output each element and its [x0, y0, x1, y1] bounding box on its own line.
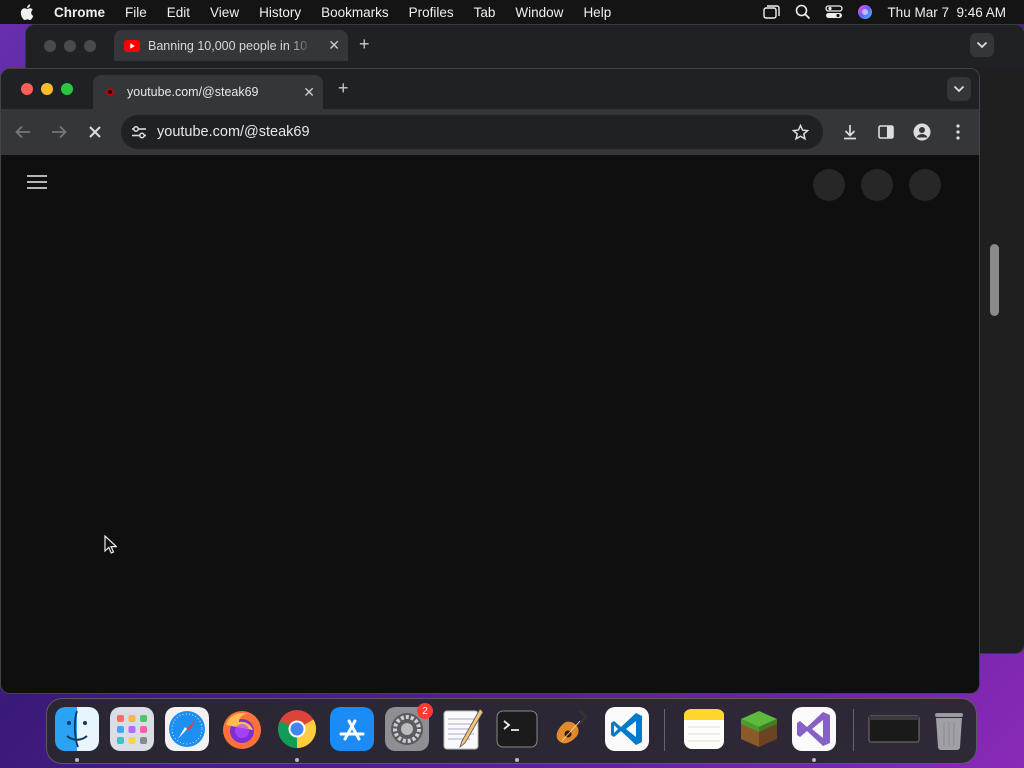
menu-clock[interactable]: Thu Mar 7 9:46 AM	[887, 5, 1006, 20]
menu-app-name[interactable]: Chrome	[54, 5, 105, 20]
menu-file[interactable]: File	[125, 5, 147, 20]
menu-bookmarks[interactable]: Bookmarks	[321, 5, 389, 20]
background-tab-close-icon[interactable]: ✕	[328, 37, 340, 54]
arrow-left-icon	[15, 125, 30, 139]
background-close-button[interactable]	[44, 40, 56, 52]
hamburger-menu-icon[interactable]	[27, 175, 47, 189]
browser-toolbar: youtube.com/@steak69	[1, 109, 979, 155]
chevron-down-icon	[953, 85, 965, 93]
stage-manager-icon[interactable]	[763, 4, 781, 20]
chevron-down-icon	[976, 41, 988, 49]
menu-help[interactable]: Help	[583, 5, 611, 20]
youtube-icon	[105, 87, 115, 97]
dock: 2	[46, 698, 977, 764]
tab-search-button[interactable]	[947, 77, 971, 101]
menu-view[interactable]: View	[210, 5, 239, 20]
vscode-icon[interactable]	[605, 707, 649, 751]
firefox-icon[interactable]	[220, 707, 264, 751]
siri-icon[interactable]	[857, 4, 873, 20]
background-new-tab-icon[interactable]: +	[359, 34, 370, 55]
app-store-icon[interactable]	[330, 707, 374, 751]
loading-placeholder-circle	[813, 169, 845, 201]
menu-history[interactable]: History	[259, 5, 301, 20]
page-content	[1, 155, 979, 693]
stop-loading-button[interactable]	[84, 121, 106, 143]
trash-icon[interactable]	[927, 707, 971, 751]
back-button[interactable]	[12, 121, 34, 143]
scrollbar-thumb[interactable]	[990, 244, 999, 316]
close-icon	[89, 126, 101, 138]
bookmark-star-icon[interactable]	[792, 123, 809, 141]
forward-button[interactable]	[48, 121, 70, 143]
window-zoom-button[interactable]	[61, 83, 73, 95]
arrow-right-icon	[52, 125, 67, 139]
chrome-icon[interactable]	[275, 707, 319, 751]
window-preview-icon[interactable]	[867, 707, 921, 751]
minecraft-icon[interactable]	[737, 707, 781, 751]
running-indicator	[75, 758, 79, 762]
url-text[interactable]: youtube.com/@steak69	[157, 124, 310, 140]
background-minimize-button[interactable]	[64, 40, 76, 52]
terminal-icon[interactable]	[495, 707, 539, 751]
background-tab-title: Banning 10,000 people in 10	[148, 38, 308, 53]
address-bar[interactable]: youtube.com/@steak69	[121, 115, 823, 149]
side-panel-icon	[878, 125, 894, 139]
window-minimize-button[interactable]	[41, 83, 53, 95]
notes-icon[interactable]	[682, 707, 726, 751]
menu-tab[interactable]: Tab	[474, 5, 496, 20]
profile-avatar-icon	[913, 123, 931, 141]
garageband-icon[interactable]	[550, 707, 594, 751]
dock-separator	[664, 709, 665, 751]
tab-strip: youtube.com/@steak69 ✕ +	[1, 69, 979, 109]
chrome-menu-button[interactable]	[947, 121, 969, 143]
downloads-button[interactable]	[839, 121, 861, 143]
running-indicator	[515, 758, 519, 762]
control-center-icon[interactable]	[825, 4, 844, 20]
window-close-button[interactable]	[21, 83, 33, 95]
textedit-icon[interactable]	[440, 707, 484, 751]
active-tab-title: youtube.com/@steak69	[127, 85, 259, 99]
active-tab[interactable]: youtube.com/@steak69 ✕	[93, 75, 323, 109]
launchpad-icon[interactable]	[110, 707, 154, 751]
background-tab[interactable]: Banning 10,000 people in 10 ✕	[114, 30, 348, 61]
youtube-icon	[124, 39, 140, 52]
running-indicator	[295, 758, 299, 762]
site-settings-icon[interactable]	[131, 125, 147, 139]
side-panel-button[interactable]	[875, 121, 897, 143]
visual-studio-icon[interactable]	[792, 707, 836, 751]
spotlight-search-icon[interactable]	[795, 4, 811, 20]
profile-button[interactable]	[911, 121, 933, 143]
background-tab-strip: Banning 10,000 people in 10 ✕ +	[26, 25, 1024, 67]
loading-placeholder-circle	[861, 169, 893, 201]
running-indicator	[812, 758, 816, 762]
finder-icon[interactable]	[55, 707, 99, 751]
loading-placeholder-circle	[909, 169, 941, 201]
menu-bar: Chrome File Edit View History Bookmarks …	[0, 0, 1024, 24]
browser-window[interactable]: youtube.com/@steak69 ✕ + youtube.com/@st…	[0, 68, 980, 694]
dock-separator	[853, 709, 854, 751]
system-settings-badge: 2	[417, 703, 433, 719]
active-tab-close-icon[interactable]: ✕	[303, 84, 315, 101]
menu-window[interactable]: Window	[515, 5, 563, 20]
background-zoom-button[interactable]	[84, 40, 96, 52]
apple-icon[interactable]	[20, 4, 34, 20]
mouse-cursor-icon	[104, 535, 117, 554]
new-tab-icon[interactable]: +	[338, 78, 349, 99]
safari-icon[interactable]	[165, 707, 209, 751]
menu-profiles[interactable]: Profiles	[409, 5, 454, 20]
menu-edit[interactable]: Edit	[167, 5, 190, 20]
download-icon	[844, 125, 856, 140]
background-tab-search-button[interactable]	[970, 33, 994, 57]
more-vertical-icon	[956, 124, 960, 140]
